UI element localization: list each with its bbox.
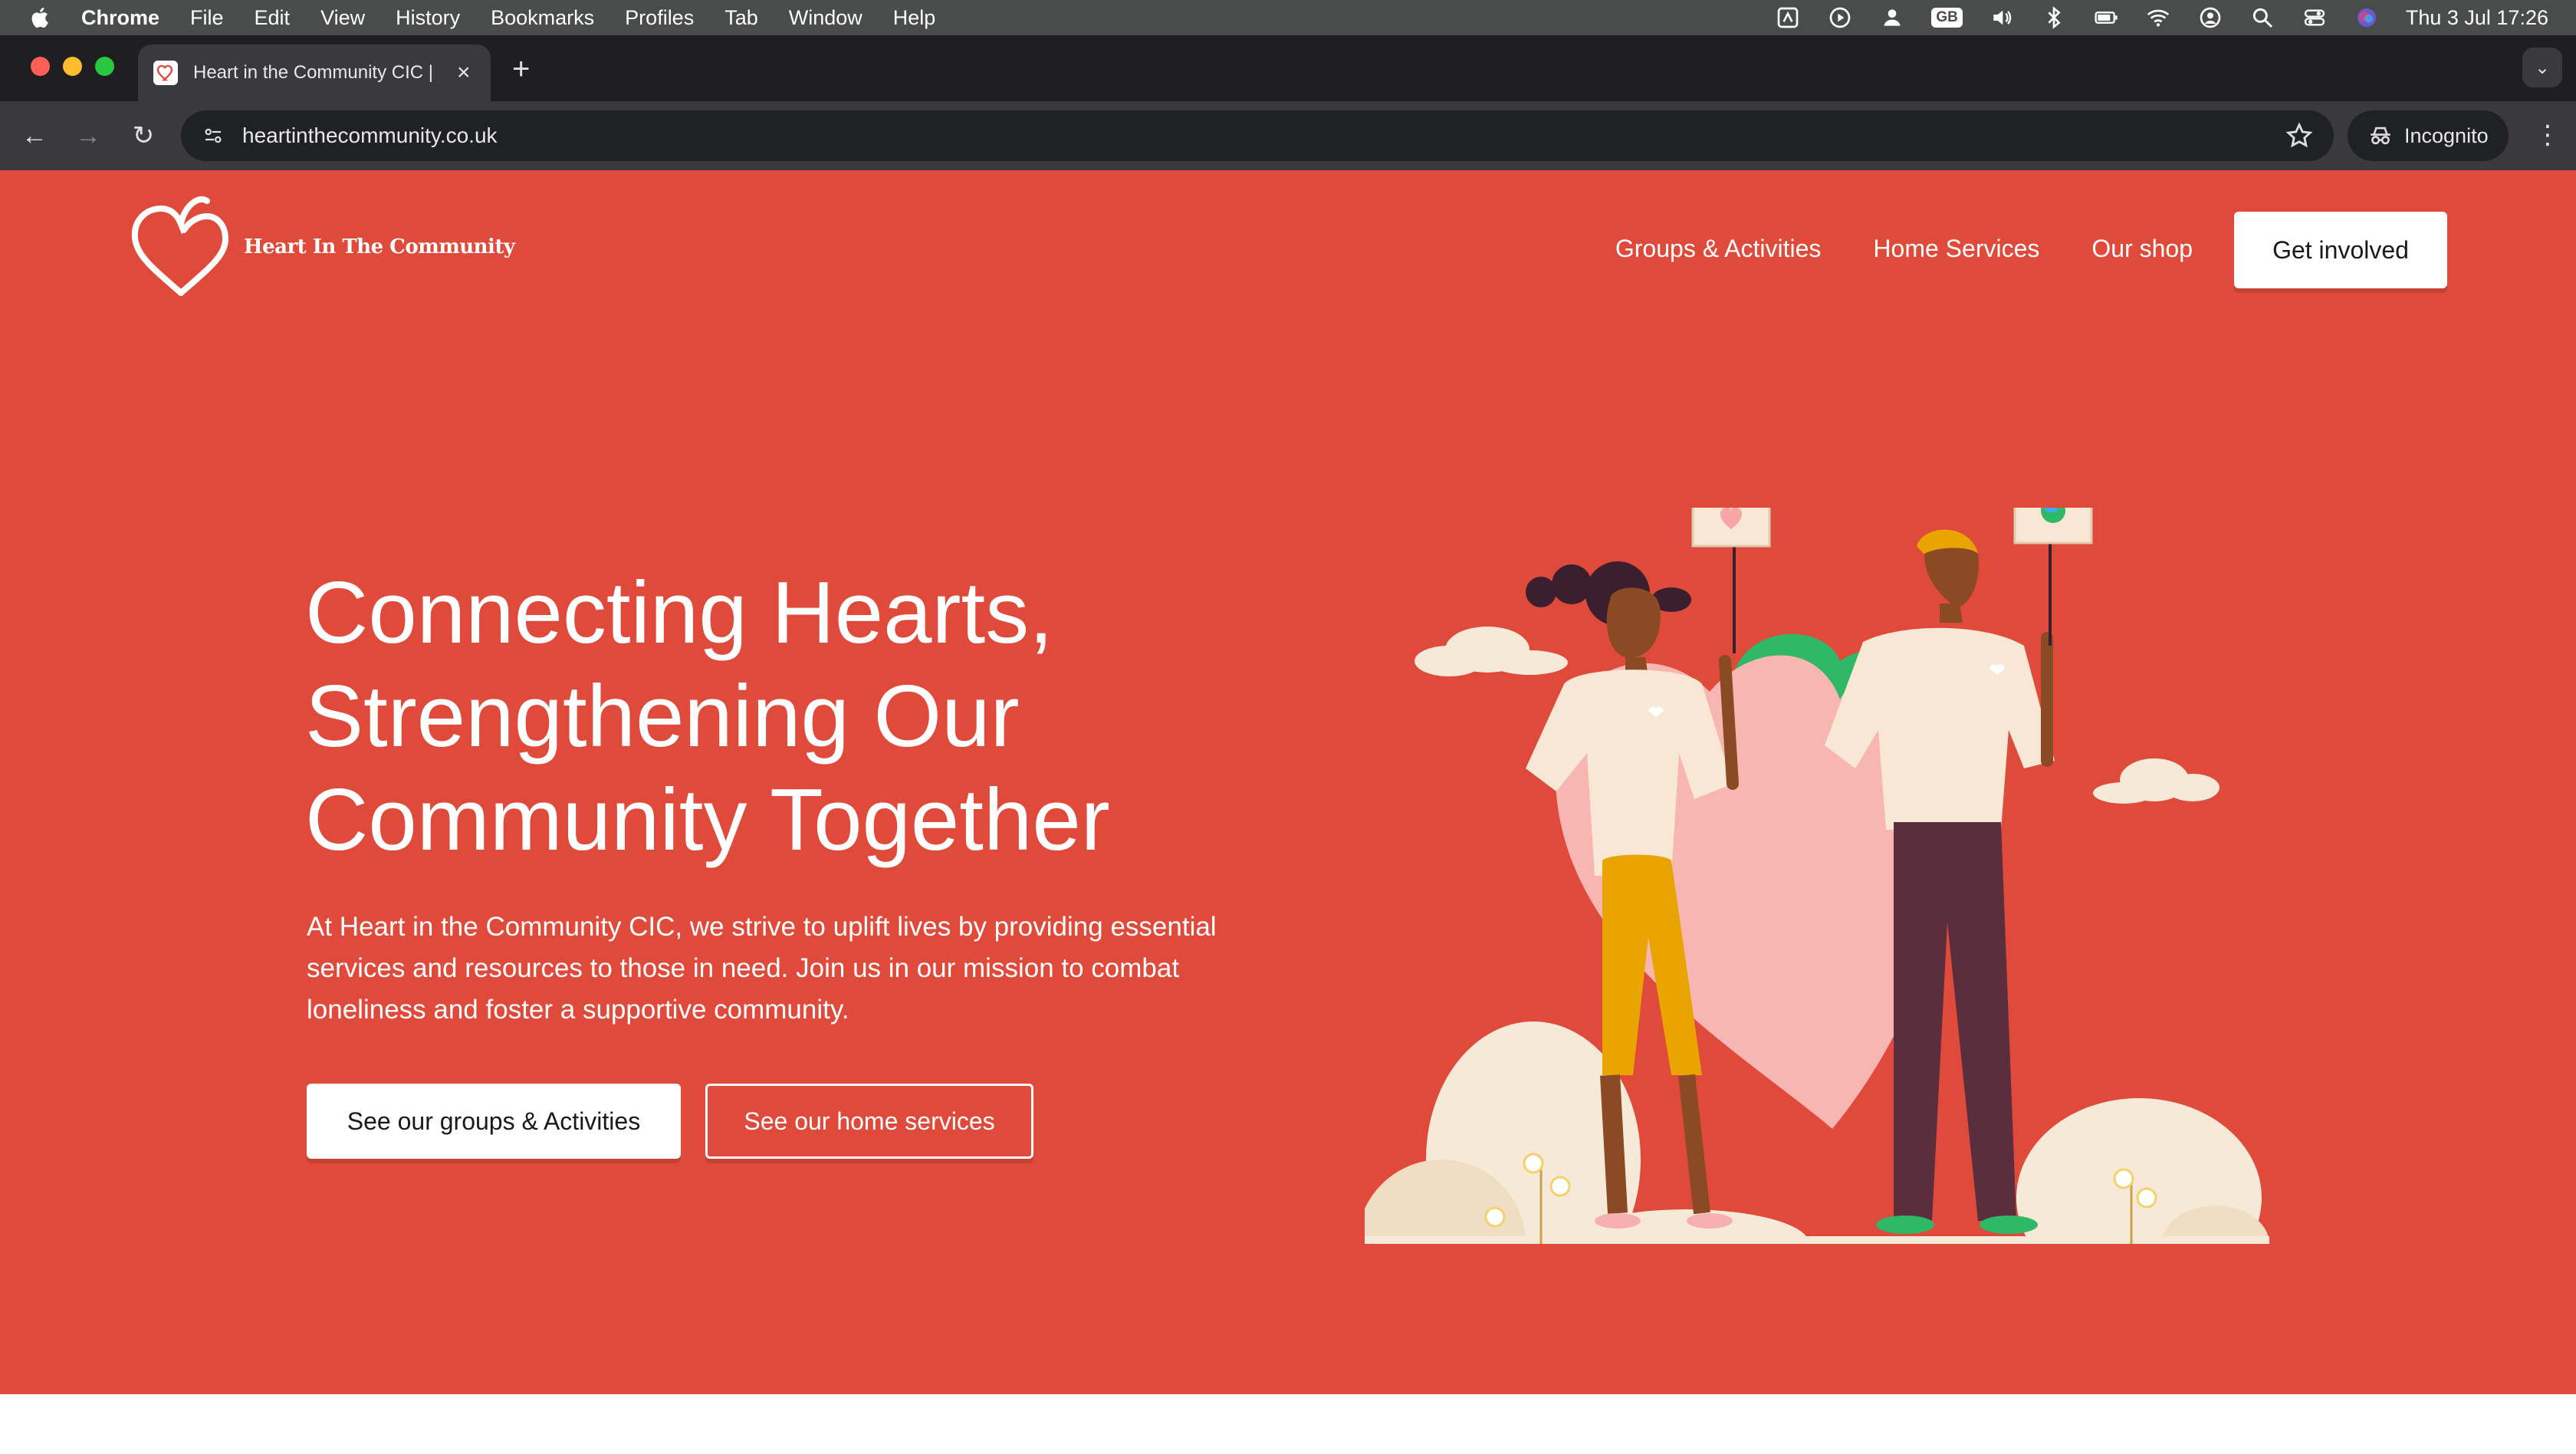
- cloud-right-icon: [2093, 758, 2220, 804]
- new-tab-icon[interactable]: +: [512, 54, 530, 84]
- site-settings-icon[interactable]: [198, 120, 228, 151]
- tab-title: Heart in the Community CIC |: [193, 62, 433, 83]
- cloud-left-icon: [1414, 627, 1568, 676]
- apple-logo-icon[interactable]: [28, 5, 54, 31]
- url-text[interactable]: heartinthecommunity.co.uk: [242, 123, 498, 148]
- menu-file[interactable]: File: [190, 6, 224, 30]
- web-page: Heart In The Community Groups & Activiti…: [0, 170, 2576, 1454]
- maximize-window-button[interactable]: [95, 57, 114, 76]
- hero-description: At Heart in the Community CIC, we strive…: [307, 912, 1217, 1025]
- incognito-icon: [2371, 127, 2390, 145]
- tab-search-chevron-icon[interactable]: ⌄: [2522, 48, 2562, 87]
- bookmark-star-icon[interactable]: [2285, 121, 2314, 150]
- heart-logo-icon: [131, 196, 229, 296]
- macos-menu-bar: Chrome File Edit View History Bookmarks …: [0, 0, 2576, 35]
- minimize-window-button[interactable]: [63, 57, 82, 76]
- browser-tab-strip: Heart in the Community CIC | × + ⌄: [0, 35, 2576, 101]
- menu-view[interactable]: View: [320, 6, 365, 30]
- battery-icon[interactable]: [2093, 5, 2119, 31]
- main-navigation: Groups & Activities Home Services Our sh…: [1615, 235, 2193, 263]
- home-services-button[interactable]: See our home services: [705, 1084, 1033, 1159]
- menu-window[interactable]: Window: [789, 6, 863, 30]
- hero-title: Connecting Hearts, Strengthening Our Com…: [305, 561, 1302, 872]
- hero-illustration: [1365, 508, 2269, 1244]
- menu-edit[interactable]: Edit: [255, 6, 291, 30]
- nav-our-shop[interactable]: Our shop: [2091, 235, 2193, 263]
- next-section-edge: [0, 1394, 2576, 1454]
- incognito-label: Incognito: [2404, 123, 2489, 147]
- reload-icon[interactable]: ↻: [126, 118, 161, 153]
- hero-title-line-3: Community Together: [305, 771, 1110, 869]
- site-logo[interactable]: Heart In The Community: [127, 193, 515, 301]
- screenshot-tool-icon[interactable]: [1775, 5, 1801, 31]
- browser-toolbar: ← → ↻ heartinthecommunity.co.uk Incognit…: [0, 101, 2576, 170]
- menu-clock[interactable]: Thu 3 Jul 17:26: [2406, 6, 2548, 30]
- account-icon[interactable]: [2197, 5, 2223, 31]
- menu-tab[interactable]: Tab: [724, 6, 758, 30]
- close-tab-icon[interactable]: ×: [457, 60, 471, 86]
- spotlight-search-icon[interactable]: [2249, 5, 2275, 31]
- menu-app-name[interactable]: Chrome: [81, 6, 159, 30]
- menu-bookmarks[interactable]: Bookmarks: [491, 6, 594, 30]
- get-involved-button[interactable]: Get involved: [2234, 212, 2447, 288]
- menu-profiles[interactable]: Profiles: [625, 6, 694, 30]
- heart-favicon-icon: [153, 61, 178, 85]
- browser-menu-icon[interactable]: ⋮: [2535, 120, 2561, 150]
- control-center-icon[interactable]: [2302, 5, 2328, 31]
- nav-groups-activities[interactable]: Groups & Activities: [1615, 235, 1822, 263]
- brand-name: Heart In The Community: [244, 235, 515, 258]
- groups-activities-button[interactable]: See our groups & Activities: [307, 1084, 681, 1159]
- close-window-button[interactable]: [31, 57, 50, 76]
- user-icon[interactable]: [1879, 5, 1905, 31]
- incognito-indicator[interactable]: Incognito: [2348, 110, 2509, 161]
- play-icon[interactable]: [1827, 5, 1853, 31]
- browser-tab-active[interactable]: Heart in the Community CIC | ×: [138, 44, 491, 101]
- bluetooth-icon[interactable]: [2041, 5, 2067, 31]
- keyboard-layout-badge[interactable]: GB: [1931, 8, 1963, 28]
- volume-icon[interactable]: [1989, 5, 2015, 31]
- forward-arrow-icon[interactable]: →: [71, 118, 106, 153]
- window-controls: [31, 57, 114, 76]
- menu-history[interactable]: History: [396, 6, 460, 30]
- back-arrow-icon[interactable]: ←: [17, 118, 52, 153]
- nav-home-services[interactable]: Home Services: [1873, 235, 2039, 263]
- siri-icon[interactable]: [2354, 5, 2380, 31]
- hero-title-line-1: Connecting Hearts,: [305, 564, 1053, 662]
- menu-help[interactable]: Help: [893, 6, 936, 30]
- address-bar[interactable]: heartinthecommunity.co.uk: [181, 110, 2334, 161]
- hero-title-line-2: Strengthening Our: [305, 668, 1020, 765]
- wifi-icon[interactable]: [2145, 5, 2171, 31]
